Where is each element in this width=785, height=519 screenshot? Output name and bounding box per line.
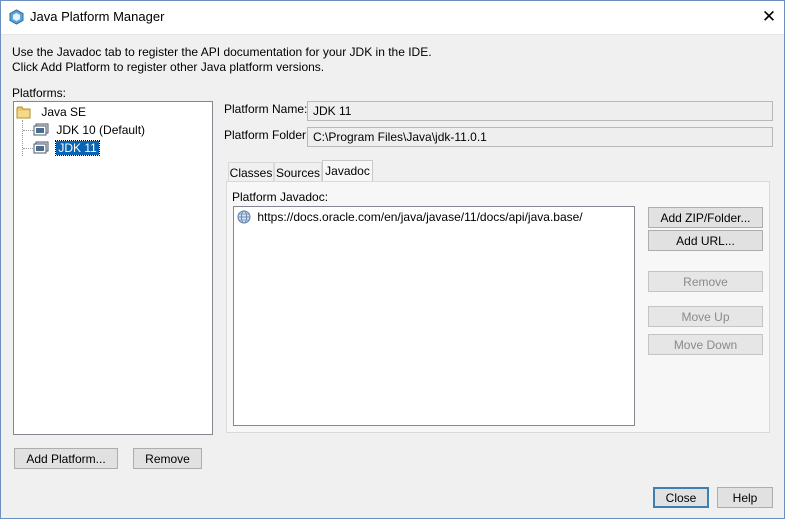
tab-sources[interactable]: Sources: [274, 162, 322, 182]
tree-root-label: Java SE: [41, 105, 87, 119]
platform-folder-field[interactable]: C:\Program Files\Java\jdk-11.0.1: [307, 127, 773, 147]
window-title: Java Platform Manager: [30, 9, 165, 24]
intro-line-2: Click Add Platform to register other Jav…: [12, 60, 325, 74]
app-logo-icon: [9, 9, 24, 25]
tree-item-label-selected: JDK 11: [55, 140, 100, 156]
move-down-button[interactable]: Move Down: [648, 334, 763, 355]
javadoc-list[interactable]: https://docs.oracle.com/en/java/javase/1…: [233, 206, 635, 426]
tree-root-java-se[interactable]: Java SE: [16, 103, 86, 121]
platform-folder-label: Platform Folder:: [224, 128, 310, 142]
folder-icon: [16, 105, 32, 119]
javadoc-entry-text: https://docs.oracle.com/en/java/javase/1…: [257, 210, 583, 224]
close-button[interactable]: Close: [653, 487, 709, 508]
help-button[interactable]: Help: [717, 487, 773, 508]
remove-javadoc-button[interactable]: Remove: [648, 271, 763, 292]
tab-classes[interactable]: Classes: [228, 162, 274, 182]
platform-name-label: Platform Name:: [224, 102, 308, 116]
platform-icon: [33, 123, 49, 137]
tab-javadoc[interactable]: Javadoc: [322, 160, 373, 182]
list-item[interactable]: https://docs.oracle.com/en/java/javase/1…: [237, 209, 583, 225]
tree-item-label: JDK 10 (Default): [56, 123, 146, 137]
platform-icon: [33, 141, 49, 155]
add-zip-folder-button[interactable]: Add ZIP/Folder...: [648, 207, 763, 228]
add-platform-button[interactable]: Add Platform...: [14, 448, 118, 469]
intro-line-1: Use the Javadoc tab to register the API …: [12, 45, 432, 59]
platform-javadoc-label: Platform Javadoc:: [232, 190, 329, 204]
platforms-label: Platforms:: [12, 86, 67, 100]
close-icon[interactable]: ✕: [755, 5, 783, 29]
add-url-button[interactable]: Add URL...: [648, 230, 763, 251]
platforms-tree[interactable]: Java SE JDK 10 (Default) JDK 11: [13, 101, 213, 435]
tree-item-jdk-11[interactable]: JDK 11: [33, 139, 100, 157]
remove-platform-button[interactable]: Remove: [133, 448, 202, 469]
platform-name-field[interactable]: JDK 11: [307, 101, 773, 121]
tree-item-jdk-10[interactable]: JDK 10 (Default): [33, 121, 145, 139]
move-up-button[interactable]: Move Up: [648, 306, 763, 327]
globe-icon: [237, 210, 251, 224]
